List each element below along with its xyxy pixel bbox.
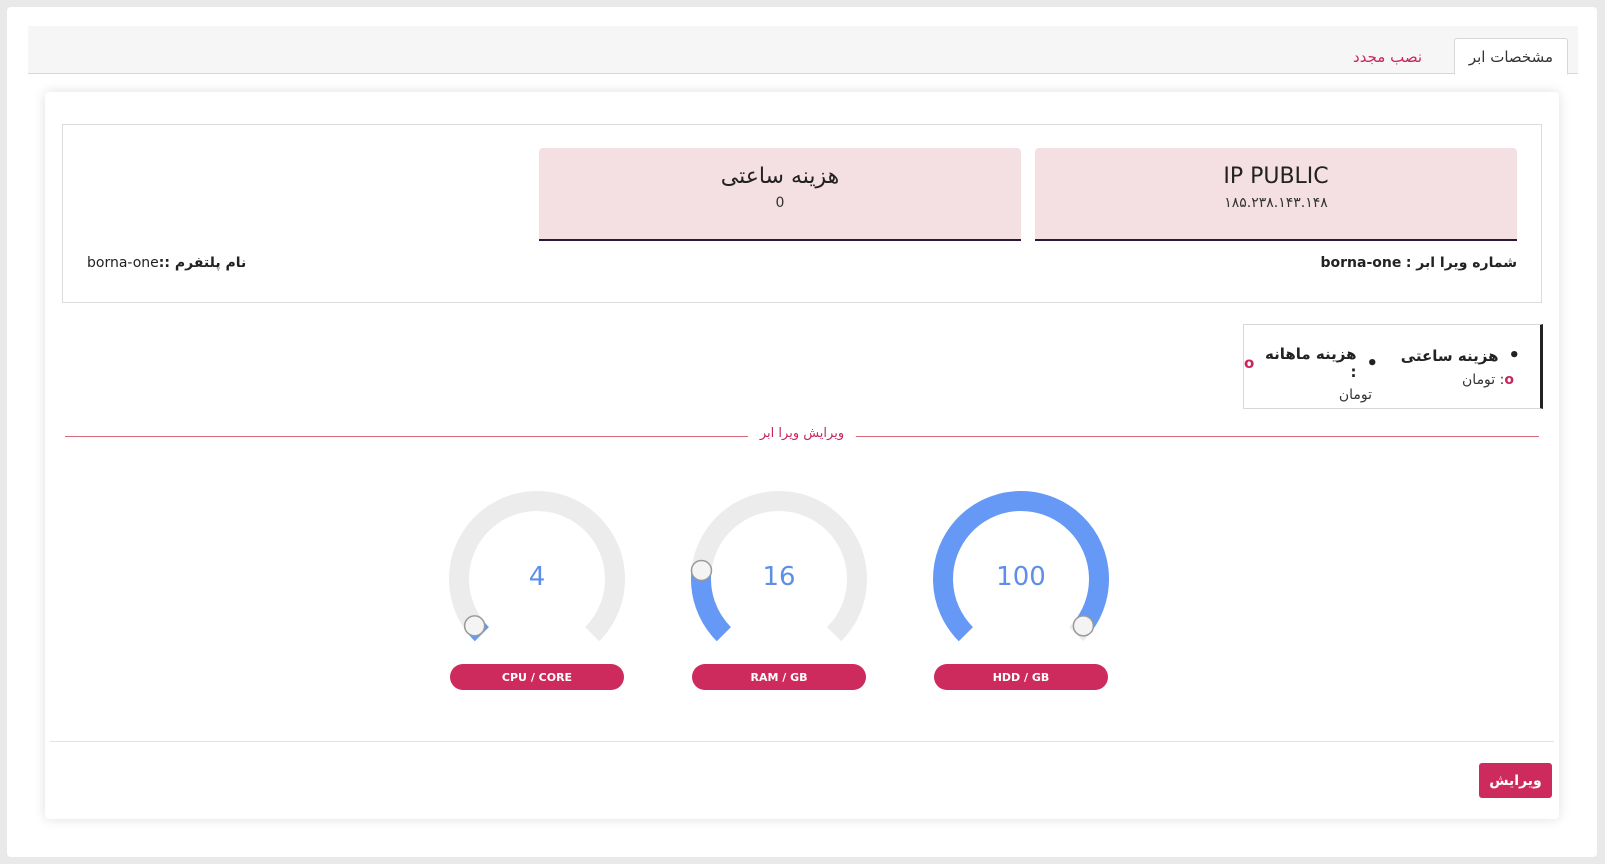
tab-cloud-specs[interactable]: مشخصات ابر bbox=[1453, 38, 1568, 75]
vira-number-label: شماره ویرا ابر : bbox=[1405, 255, 1517, 271]
footer-divider bbox=[50, 741, 1554, 742]
ram-gauge[interactable]: 16 RAM / GB bbox=[679, 482, 879, 702]
tab-bar: مشخصات ابر نصب مجدد bbox=[28, 26, 1578, 75]
vira-number: شماره ویرا ابر : borna-one bbox=[1321, 255, 1518, 271]
platform-label: نام پلتفرم :: bbox=[158, 255, 247, 271]
cpu-gauge-handle[interactable] bbox=[463, 615, 486, 637]
info-panel: IP PUBLIC ۱۸۵.۲۳۸.۱۴۳.۱۴۸ هزینه ساعتی 0 … bbox=[62, 124, 1542, 303]
public-ip-value: ۱۸۵.۲۳۸.۱۴۳.۱۴۸ bbox=[1224, 195, 1328, 211]
vira-number-value: borna-one bbox=[1320, 255, 1402, 271]
main-card: IP PUBLIC ۱۸۵.۲۳۸.۱۴۳.۱۴۸ هزینه ساعتی 0 … bbox=[45, 92, 1559, 819]
cpu-gauge-value: 4 bbox=[528, 562, 546, 592]
cpu-gauge[interactable]: 4 CPU / CORE bbox=[437, 482, 637, 702]
hourly-price-unit: o: تومان bbox=[1462, 372, 1514, 388]
hdd-gauge-handle[interactable] bbox=[1072, 615, 1095, 637]
public-ip-title: IP PUBLIC bbox=[1223, 164, 1329, 189]
monthly-price-unit: تومان bbox=[1338, 387, 1372, 403]
hourly-cost-title: هزینه ساعتی bbox=[720, 164, 840, 189]
pricing-panel: هزینه ساعتی o: تومان هزینه ماهانه :o توم… bbox=[1243, 324, 1543, 409]
hourly-cost-card: هزینه ساعتی 0 bbox=[539, 148, 1021, 241]
hdd-gauge[interactable]: 100 HDD / GB bbox=[921, 482, 1121, 702]
monthly-price: هزینه ماهانه :o تومان bbox=[1244, 345, 1378, 403]
hourly-price-label: هزینه ساعتی bbox=[1401, 345, 1520, 366]
edit-button[interactable]: ویرایش bbox=[1479, 763, 1552, 798]
public-ip-card: IP PUBLIC ۱۸۵.۲۳۸.۱۴۳.۱۴۸ bbox=[1035, 148, 1517, 241]
hdd-gauge-value: 100 bbox=[996, 562, 1046, 592]
platform-name: نام پلتفرم ::borna-one bbox=[87, 255, 246, 271]
cpu-gauge-label: CPU / CORE bbox=[450, 664, 624, 690]
hourly-price: هزینه ساعتی o: تومان bbox=[1401, 345, 1520, 389]
tab-reinstall[interactable]: نصب مجدد bbox=[1339, 38, 1436, 75]
platform-value: borna-one bbox=[87, 255, 159, 271]
hourly-cost-value: 0 bbox=[775, 195, 785, 211]
section-title: ویرایش ویرا ابر bbox=[747, 426, 857, 441]
hdd-gauge-label: HDD / GB bbox=[934, 664, 1108, 690]
ram-gauge-label: RAM / GB bbox=[692, 664, 866, 690]
monthly-price-label: هزینه ماهانه :o bbox=[1244, 345, 1378, 381]
ram-gauge-value: 16 bbox=[762, 562, 796, 592]
section-divider: ویرایش ویرا ابر bbox=[65, 426, 1539, 441]
